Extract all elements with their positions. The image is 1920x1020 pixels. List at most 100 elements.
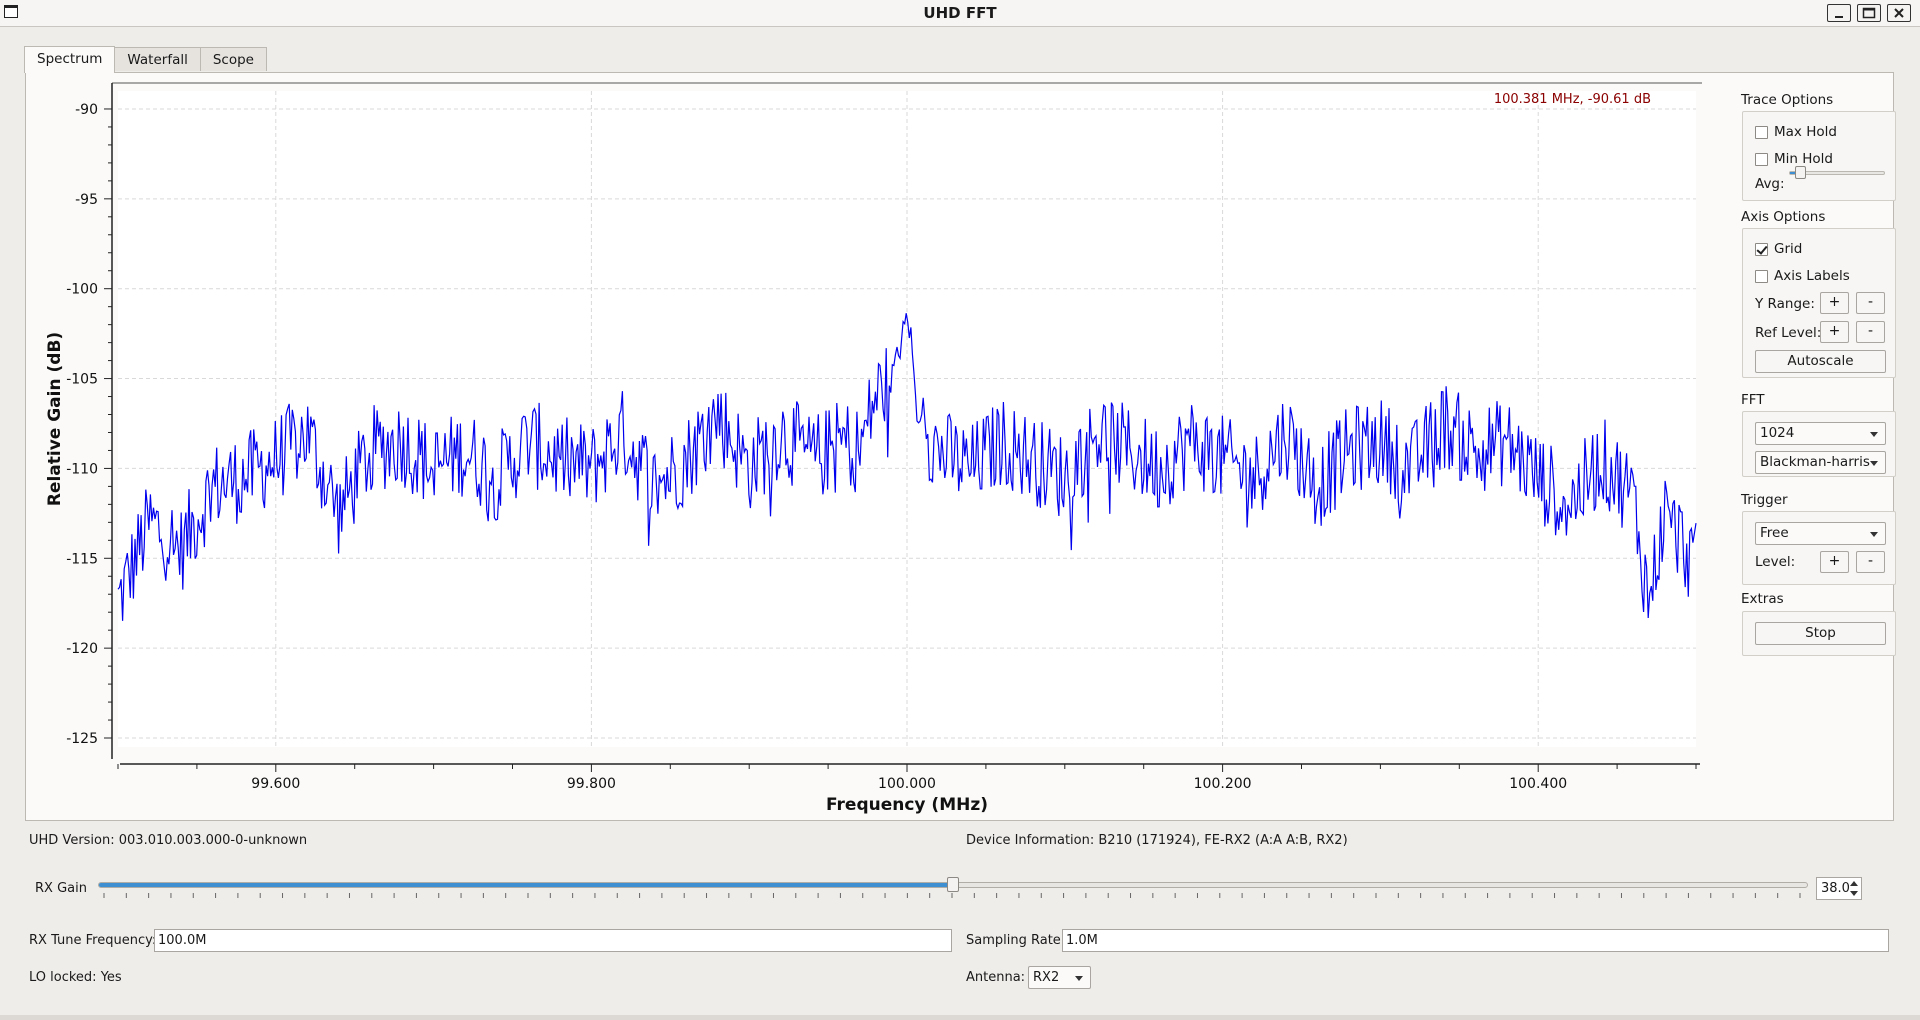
rx-gain-value: 38.0	[1821, 881, 1850, 896]
tab-waterfall[interactable]: Waterfall	[114, 47, 201, 71]
trigger-mode-select[interactable]: Free	[1755, 522, 1886, 545]
fft-size-select[interactable]: 1024	[1755, 422, 1886, 445]
rx-gain-slider-handle[interactable]	[947, 877, 959, 892]
sampling-rate-input[interactable]: 1.0M	[1062, 929, 1889, 952]
fft-window-select[interactable]: Blackman-harris	[1755, 451, 1886, 474]
spin-up-icon[interactable]	[1850, 881, 1858, 886]
rx-tune-input[interactable]: 100.0M	[154, 929, 952, 952]
rx-tune-label: RX Tune Frequency:	[29, 933, 157, 948]
grid-checkbox-box[interactable]	[1755, 242, 1768, 256]
y-range-minus-button[interactable]: -	[1856, 292, 1885, 314]
close-icon	[1894, 8, 1904, 18]
ref-level-label: Ref Level:	[1755, 325, 1822, 341]
maximize-icon	[1862, 7, 1876, 19]
extras-group: Stop	[1742, 611, 1896, 656]
trigger-level-plus-button[interactable]: +	[1820, 551, 1849, 573]
lo-locked-value: Yes	[100, 970, 122, 985]
y-tick-label: -125	[66, 731, 98, 747]
chevron-down-icon	[1870, 432, 1878, 437]
axis-labels-checkbox[interactable]: Axis Labels	[1755, 268, 1850, 284]
axis-labels-checkbox-box[interactable]	[1755, 269, 1768, 283]
spectrum-plot-canvas[interactable]: -90 -95 -100 -105 -110 -115 -120 -125 Relative G…	[26, 73, 1726, 822]
rx-gain-slider-fill	[99, 883, 953, 887]
extras-title: Extras	[1741, 591, 1784, 607]
x-tick-label: 100.200	[1194, 776, 1252, 792]
x-tick-label: 99.800	[567, 776, 616, 792]
lo-locked-label: LO locked:	[29, 970, 97, 985]
title-bar: UHD FFT	[0, 0, 1920, 27]
spin-down-icon[interactable]	[1850, 891, 1858, 896]
x-tick-label: 100.000	[878, 776, 936, 792]
fft-size-value: 1024	[1760, 425, 1795, 441]
trigger-group: Free Level: + -	[1742, 511, 1896, 585]
max-hold-checkbox-box[interactable]	[1755, 125, 1768, 139]
min-hold-checkbox[interactable]: Min Hold	[1755, 151, 1833, 167]
y-tick-label: -90	[75, 102, 98, 118]
trigger-level-minus-button[interactable]: -	[1856, 551, 1885, 573]
trace-options-group: Max Hold Min Hold Avg:	[1742, 111, 1896, 201]
lo-locked-row: LO locked: Yes	[29, 970, 122, 985]
uhd-version-value: 003.010.003.000-0-unknown	[118, 833, 308, 848]
y-range-plus-button[interactable]: +	[1820, 292, 1849, 314]
antenna-label: Antenna:	[966, 970, 1026, 985]
y-tick-label: -100	[66, 282, 98, 298]
window-bottom-edge	[0, 1015, 1920, 1020]
chevron-down-icon	[1075, 976, 1083, 981]
chevron-down-icon	[1870, 532, 1878, 537]
axis-labels-label: Axis Labels	[1774, 268, 1850, 284]
axis-options-title: Axis Options	[1741, 209, 1826, 225]
y-tick-label: -120	[66, 641, 98, 657]
stop-button[interactable]: Stop	[1755, 622, 1886, 645]
trigger-title: Trigger	[1741, 492, 1788, 508]
chevron-down-icon	[1870, 461, 1878, 466]
trigger-level-label: Level:	[1755, 554, 1796, 570]
uhd-version-row: UHD Version: 003.010.003.000-0-unknown	[29, 833, 307, 848]
avg-label: Avg:	[1755, 176, 1785, 192]
minimize-icon	[1835, 16, 1843, 18]
minimize-button[interactable]	[1827, 4, 1851, 22]
autoscale-button[interactable]: Autoscale	[1755, 350, 1886, 373]
y-tick-label: -115	[66, 551, 98, 567]
spectrum-tab-pane: -90 -95 -100 -105 -110 -115 -120 -125 Relative G…	[25, 72, 1896, 822]
device-info-row: Device Information: B210 (171924), FE-RX…	[966, 833, 1348, 848]
y-axis-label: Relative Gain (dB)	[45, 332, 65, 506]
max-hold-checkbox[interactable]: Max Hold	[1755, 124, 1837, 140]
avg-slider-handle[interactable]	[1795, 166, 1806, 179]
x-tick-label: 100.400	[1509, 776, 1567, 792]
max-hold-label: Max Hold	[1774, 124, 1837, 140]
ref-level-minus-button[interactable]: -	[1856, 321, 1885, 343]
x-axis-label: Frequency (MHz)	[826, 795, 988, 815]
grid-checkbox[interactable]: Grid	[1755, 241, 1802, 257]
window-title: UHD FFT	[923, 4, 997, 22]
antenna-value: RX2	[1033, 970, 1060, 985]
y-tick-label: -105	[66, 372, 98, 388]
ref-level-plus-button[interactable]: +	[1820, 321, 1849, 343]
y-tick-label: -110	[66, 461, 98, 477]
axis-options-group: Grid Axis Labels Y Range: + - Ref Level:…	[1742, 228, 1896, 378]
rx-gain-spinbox[interactable]: 38.0	[1816, 877, 1862, 900]
rx-gain-label: RX Gain	[35, 881, 87, 896]
device-info-value: B210 (171924), FE-RX2 (A:A A:B, RX2)	[1098, 833, 1348, 848]
fft-group: 1024 Blackman-harris	[1742, 411, 1896, 477]
sampling-rate-label: Sampling Rate:	[966, 933, 1066, 948]
marker-readout: 100.381 MHz, -90.61 dB	[1494, 92, 1651, 107]
grid-label: Grid	[1774, 241, 1803, 257]
device-info-label: Device Information:	[966, 833, 1095, 848]
maximize-button[interactable]	[1857, 4, 1881, 22]
min-hold-checkbox-box[interactable]	[1755, 152, 1768, 166]
fft-title: FFT	[1741, 392, 1765, 408]
tab-bar: Spectrum Waterfall Scope	[24, 46, 267, 73]
tab-spectrum[interactable]: Spectrum	[24, 46, 116, 73]
spectrum-plot[interactable]: -90 -95 -100 -105 -110 -115 -120 -125 Relative G…	[26, 73, 1726, 822]
min-hold-label: Min Hold	[1774, 151, 1833, 167]
y-tick-label: -95	[75, 192, 98, 208]
trigger-mode-value: Free	[1760, 525, 1789, 541]
trace-options-title: Trace Options	[1741, 92, 1834, 108]
y-range-label: Y Range:	[1755, 296, 1815, 312]
close-button[interactable]	[1887, 4, 1911, 22]
uhd-version-label: UHD Version:	[29, 833, 115, 848]
antenna-select[interactable]: RX2	[1028, 966, 1091, 989]
x-tick-label: 99.600	[251, 776, 300, 792]
fft-window-value: Blackman-harris	[1760, 454, 1870, 470]
tab-scope[interactable]: Scope	[199, 47, 267, 71]
